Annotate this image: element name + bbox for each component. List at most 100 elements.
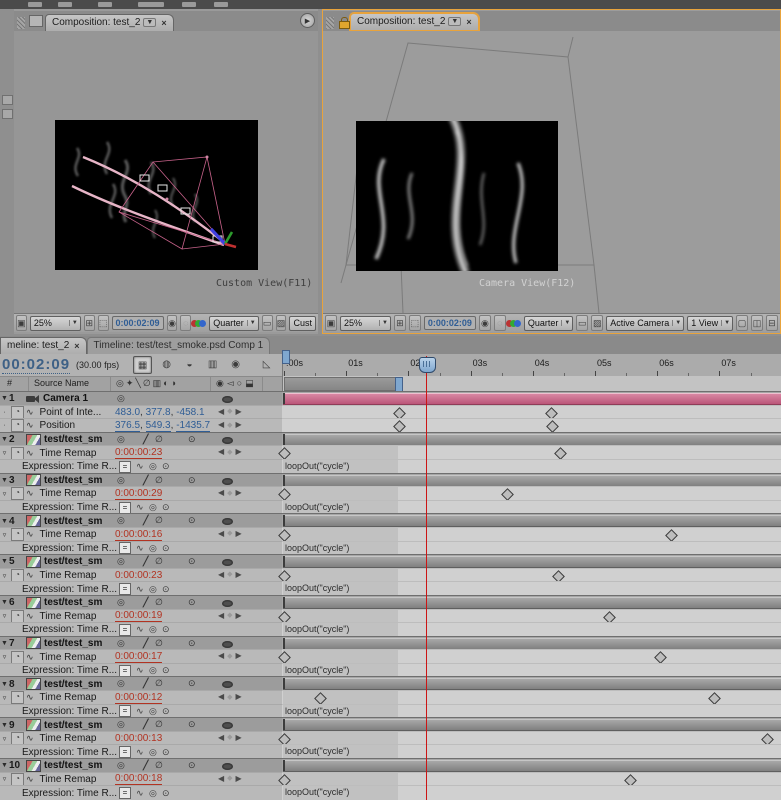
expression-twirl-icon[interactable]: ▿	[0, 735, 9, 743]
expression-enable-button[interactable]: =	[119, 624, 131, 636]
time-remap-row-left[interactable]: ▿◔∿Time Remap0:00:00:12◀◆▶	[0, 690, 282, 705]
next-keyframe-icon[interactable]: ▶	[236, 447, 242, 456]
property-value[interactable]: 483.0, 377.8, -458.1	[115, 407, 205, 418]
effects-switch-icon[interactable]: ∅	[155, 597, 163, 608]
tab-close-icon[interactable]: ×	[466, 17, 471, 27]
camera-property-row-right[interactable]	[282, 405, 781, 420]
expression-graph-icon[interactable]: ∿	[136, 502, 144, 513]
show-snapshot-button[interactable]: ◌	[180, 315, 191, 331]
parent-pickwhip-icon[interactable]: ◎	[117, 678, 125, 689]
prev-keyframe-icon[interactable]: ◀	[218, 774, 224, 783]
expression-row-right[interactable]: loopOut("cycle")	[282, 500, 781, 515]
parent-pickwhip-icon[interactable]: ◎	[117, 393, 125, 404]
layer-duration-bar[interactable]	[283, 475, 781, 487]
expression-graph-icon[interactable]: ∿	[136, 747, 144, 758]
expression-row-right[interactable]: loopOut("cycle")	[282, 541, 781, 556]
tab-close-icon[interactable]: ×	[161, 18, 166, 28]
parent-pickwhip-icon[interactable]: ◎	[117, 475, 125, 486]
region-of-interest-button[interactable]: ⬚	[409, 315, 421, 331]
expression-language-menu-icon[interactable]: ⊙	[162, 584, 170, 595]
magnification-select[interactable]: 25%▼	[30, 316, 81, 331]
expression-enable-button[interactable]: =	[119, 502, 131, 514]
stopwatch-icon[interactable]: ◔	[11, 528, 24, 541]
effects-switch-icon[interactable]: ∅	[155, 719, 163, 730]
grid-guides-button[interactable]: ⊞	[84, 315, 95, 331]
add-keyframe-icon[interactable]: ◆	[227, 774, 232, 782]
next-keyframe-icon[interactable]: ▶	[236, 611, 242, 620]
tab-composition-left[interactable]: Composition: test_2 ▼ ×	[45, 14, 174, 31]
twirl-down-icon[interactable]: ▼	[0, 558, 9, 565]
quality-switch-icon[interactable]: ╱	[143, 678, 148, 689]
time-remap-row-right[interactable]	[282, 486, 781, 501]
keyframe-navigator[interactable]: ◀◆▶	[218, 488, 242, 497]
video-eye-icon[interactable]	[222, 681, 233, 688]
layer-row-right[interactable]	[282, 717, 781, 732]
effects-switch-icon[interactable]: ∅	[155, 475, 163, 486]
keyframe-navigator[interactable]: ◀◆▶	[218, 611, 242, 620]
expression-language-menu-icon[interactable]: ⊙	[162, 788, 170, 799]
parent-pickwhip-icon[interactable]: ◎	[117, 556, 125, 567]
keyframe-navigator[interactable]: ◀◆▶	[218, 529, 242, 538]
camera-property-row-left[interactable]: ·◔∿Point of Inte...483.0, 377.8, -458.1◀…	[0, 405, 282, 420]
expression-enable-button[interactable]: =	[119, 665, 131, 677]
motion-blur-switch-icon[interactable]: ⊙	[188, 678, 196, 689]
keyframe-navigator[interactable]: ◀◆▶	[218, 420, 242, 429]
layer-duration-bar[interactable]	[283, 556, 781, 568]
layer-row-left[interactable]: ▼9test/test_sm◎╱∅⊙	[0, 717, 282, 732]
view-layout-button-3[interactable]: ⊟	[766, 315, 778, 331]
add-keyframe-icon[interactable]: ◆	[227, 611, 232, 619]
time-remap-row-left[interactable]: ▿◔∿Time Remap0:00:00:23◀◆▶	[0, 568, 282, 583]
layer-duration-bar[interactable]	[283, 760, 781, 772]
expression-row-left[interactable]: Expression: Time R...=∿◎⊙	[0, 541, 282, 556]
layer-duration-bar[interactable]	[283, 638, 781, 650]
expression-twirl-icon[interactable]: ▿	[0, 612, 9, 620]
expression-twirl-icon[interactable]: ▿	[0, 490, 9, 498]
layer-row-left[interactable]: ▼2test/test_sm◎╱∅⊙	[0, 432, 282, 447]
keyframe-navigator[interactable]: ◀◆▶	[218, 407, 242, 416]
effects-switch-icon[interactable]: ∅	[155, 678, 163, 689]
quality-switch-icon[interactable]: ╱	[143, 760, 148, 771]
transparency-grid-button[interactable]: ▨	[591, 315, 603, 331]
twirl-down-icon[interactable]: ▼	[0, 599, 9, 606]
next-keyframe-icon[interactable]: ▶	[236, 774, 242, 783]
expression-language-menu-icon[interactable]: ⊙	[162, 706, 170, 717]
composition-image-custom-view[interactable]	[55, 120, 258, 270]
view-count-select[interactable]: 1 View▼	[687, 316, 733, 331]
resolution-select[interactable]: Quarter▼	[524, 316, 573, 331]
add-keyframe-icon[interactable]: ◆	[227, 693, 232, 701]
time-remap-row-right[interactable]	[282, 649, 781, 664]
time-remap-row-right[interactable]	[282, 445, 781, 460]
expression-graph-icon[interactable]: ∿	[136, 706, 144, 717]
effects-switch-icon[interactable]: ∅	[155, 515, 163, 526]
parent-pickwhip-icon[interactable]: ◎	[117, 515, 125, 526]
keyframe-navigator[interactable]: ◀◆▶	[218, 570, 242, 579]
expression-pickwhip-icon[interactable]: ◎	[149, 747, 157, 758]
layer-row-right[interactable]	[282, 513, 781, 528]
layer-row-left[interactable]: ▼7test/test_sm◎╱∅⊙	[0, 636, 282, 651]
video-eye-icon[interactable]	[222, 722, 233, 729]
twirl-down-icon[interactable]: ▼	[0, 518, 9, 525]
expression-language-menu-icon[interactable]: ⊙	[162, 502, 170, 513]
expression-language-menu-icon[interactable]: ⊙	[162, 665, 170, 676]
expression-row-right[interactable]: loopOut("cycle")	[282, 744, 781, 759]
add-keyframe-icon[interactable]: ◆	[227, 448, 232, 456]
column-source-name[interactable]: Source Name	[34, 378, 89, 388]
time-remap-row-right[interactable]	[282, 527, 781, 542]
effects-switch-icon[interactable]: ∅	[155, 556, 163, 567]
time-remap-row-right[interactable]	[282, 772, 781, 787]
time-ruler[interactable]: :00s01s02s03s04s05s06s07s08s	[282, 354, 781, 377]
quality-switch-icon[interactable]: ╱	[143, 434, 148, 445]
prev-keyframe-icon[interactable]: ◀	[218, 651, 224, 660]
3d-view-select[interactable]: Active Camera▼	[606, 316, 684, 331]
layer-row-right[interactable]	[282, 636, 781, 651]
prev-keyframe-icon[interactable]: ◀	[218, 529, 224, 538]
time-remap-row-left[interactable]: ▿◔∿Time Remap0:00:00:19◀◆▶	[0, 609, 282, 624]
composition-image-camera-view[interactable]	[356, 121, 558, 271]
expression-row-right[interactable]: loopOut("cycle")	[282, 663, 781, 678]
quality-switch-icon[interactable]: ╱	[143, 475, 148, 486]
expression-row-left[interactable]: Expression: Time R...=∿◎⊙	[0, 704, 282, 719]
prev-keyframe-icon[interactable]: ◀	[218, 692, 224, 701]
stopwatch-icon[interactable]: ◔	[11, 732, 24, 745]
time-remap-row-left[interactable]: ▿◔∿Time Remap0:00:00:18◀◆▶	[0, 772, 282, 787]
expression-enable-button[interactable]: =	[119, 787, 131, 799]
